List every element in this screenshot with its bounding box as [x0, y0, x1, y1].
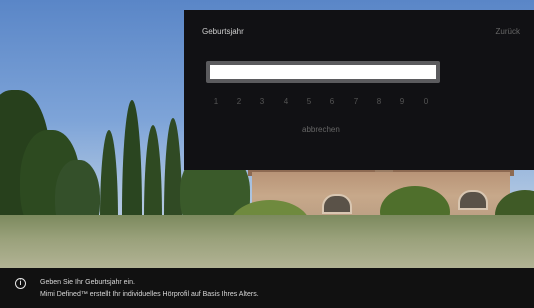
info-text-line-2: Mimi Defined™ erstellt Ihr individuelles… [40, 291, 259, 298]
info-bar: i Geben Sie Ihr Geburtsjahr ein. Mimi De… [0, 268, 534, 308]
digit-keypad: 1 2 3 4 5 6 7 8 9 0 [210, 97, 440, 109]
info-text-line-1: Geben Sie Ihr Geburtsjahr ein. [40, 279, 135, 286]
birth-year-dialog: Geburtsjahr Zurück 1 2 3 4 5 6 7 8 9 0 a… [184, 10, 534, 170]
digit-8-key[interactable]: 8 [373, 97, 385, 106]
digit-1-key[interactable]: 1 [210, 97, 222, 106]
info-icon: i [15, 278, 26, 289]
digit-7-key[interactable]: 7 [350, 97, 362, 106]
digit-9-key[interactable]: 9 [396, 97, 408, 106]
digit-5-key[interactable]: 5 [303, 97, 315, 106]
digit-4-key[interactable]: 4 [280, 97, 292, 106]
building-window [322, 194, 352, 214]
cancel-button[interactable]: abbrechen [302, 125, 340, 134]
digit-2-key[interactable]: 2 [233, 97, 245, 106]
dialog-title: Geburtsjahr [202, 27, 244, 36]
digit-3-key[interactable]: 3 [256, 97, 268, 106]
back-button[interactable]: Zurück [496, 27, 520, 36]
year-input[interactable] [210, 65, 436, 79]
olive-hedge [0, 215, 534, 268]
year-input-frame [206, 61, 440, 83]
digit-0-key[interactable]: 0 [420, 97, 432, 106]
digit-6-key[interactable]: 6 [326, 97, 338, 106]
building-window [458, 190, 488, 210]
